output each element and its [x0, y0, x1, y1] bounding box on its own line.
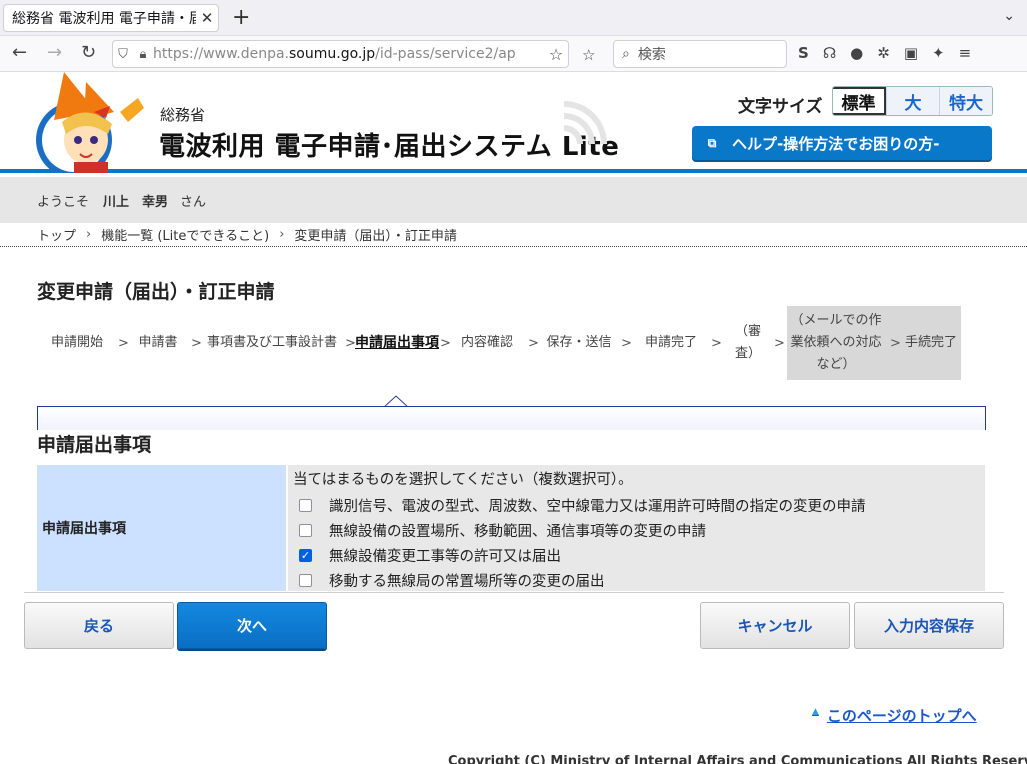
extension-icon[interactable]: ●: [850, 44, 863, 62]
step-indicator: 申請開始 > 申請書 > 事項書及び工事設計書 > 申請届出事項 > 内容確認 …: [37, 306, 962, 380]
font-size-selector: 標準 大 特大: [832, 86, 993, 116]
reader-icon[interactable]: ☆: [582, 45, 595, 65]
step-finished: 手続完了: [905, 335, 958, 350]
form-label: 申請届出事項: [37, 465, 288, 591]
font-size-xlarge-button[interactable]: 特大: [939, 87, 992, 115]
step-arrow: >: [440, 335, 451, 351]
step-arrow: >: [118, 335, 129, 351]
url-bar[interactable]: ⛉ 🔒︎ https://www.denpa.soumu.go.jp/id-pa…: [112, 40, 569, 68]
tab-title: 総務省 電波利用 電子申請・届: [12, 11, 196, 27]
triangle-up-icon: ▲: [812, 706, 819, 717]
extension-icon[interactable]: ☊: [823, 44, 836, 62]
cancel-button[interactable]: キャンセル: [700, 602, 850, 649]
step-start: 申請開始: [50, 335, 103, 350]
page-top-label[interactable]: このページのトップへ: [827, 705, 977, 726]
checkbox[interactable]: [299, 499, 312, 512]
option-row[interactable]: 移動する無線局の常置場所等の変更の届出: [293, 568, 980, 593]
search-input[interactable]: ⌕ 検索: [613, 40, 787, 68]
step-review: （審査）: [734, 324, 761, 361]
step-confirm: 内容確認: [460, 335, 513, 350]
option-row[interactable]: ✓ 無線設備変更工事等の許可又は届出: [293, 543, 980, 568]
search-icon: ⌕: [622, 46, 630, 62]
lock-icon[interactable]: 🔒︎: [133, 47, 153, 62]
breadcrumb: トップ › 機能一覧 (Liteでできること) › 変更申請（届出）・訂正申請: [0, 223, 1027, 247]
copyright: Copyright (C) Ministry of Internal Affai…: [448, 754, 1027, 764]
welcome-prefix: ようこそ: [37, 194, 90, 210]
forward-arrow-icon[interactable]: →: [47, 43, 62, 63]
breadcrumb-features[interactable]: 機能一覧 (Liteでできること): [101, 225, 269, 244]
chevron-down-icon[interactable]: ⌄: [1003, 8, 1015, 24]
font-size-standard-button[interactable]: 標準: [833, 87, 886, 115]
folder-icon[interactable]: ▣: [904, 44, 918, 62]
help-button-label: ヘルプ-操作方法でお困りの方-: [732, 134, 940, 153]
puzzle-icon[interactable]: ✦: [932, 44, 945, 62]
step-save-send: 保存・送信: [546, 335, 612, 350]
checkbox[interactable]: [299, 524, 312, 537]
chevron-right-icon: ›: [279, 227, 285, 242]
user-name: 川上 幸男: [103, 194, 169, 210]
step-arrow: >: [890, 335, 901, 351]
browser-tab-bar: 総務省 電波利用 電子申請・届 ✕ + ⌄: [0, 0, 1027, 36]
extension-s-icon[interactable]: S: [798, 44, 809, 62]
step-arrow: >: [621, 335, 632, 351]
search-placeholder: 検索: [637, 47, 666, 63]
reload-icon[interactable]: ↻: [81, 43, 96, 63]
step-application: 申請書: [138, 335, 178, 350]
form-instruction: 当てはまるものを選択してください（複数選択可）。: [293, 472, 633, 488]
extension-icon[interactable]: ✲: [877, 44, 890, 62]
step-panel: [37, 406, 986, 430]
page-top-link[interactable]: ▲ このページのトップへ: [812, 705, 977, 726]
step-arrow: >: [774, 335, 785, 351]
ministry-name: 総務省: [160, 106, 206, 124]
step-current: 申請届出事項: [355, 335, 439, 351]
wireless-icon: [563, 101, 607, 145]
option-label[interactable]: 無線設備の設置場所、移動範囲、通信事項等の変更の申請: [329, 520, 706, 541]
new-tab-icon[interactable]: +: [232, 6, 250, 30]
save-input-button[interactable]: 入力内容保存: [854, 602, 1004, 649]
step-mail-response: （メールでの作業依頼への対応など）: [790, 313, 882, 372]
step-arrow: >: [711, 335, 722, 351]
close-icon[interactable]: ✕: [196, 9, 218, 27]
option-row[interactable]: 無線設備の設置場所、移動範囲、通信事項等の変更の申請: [293, 518, 980, 543]
window-icon: ⧉: [707, 135, 717, 150]
checkbox-checked[interactable]: ✓: [299, 549, 312, 562]
step-arrow: >: [528, 335, 539, 351]
back-button[interactable]: 戻る: [24, 602, 174, 649]
form-table: 申請届出事項 当てはまるものを選択してください（複数選択可）。 識別信号、電波の…: [37, 465, 985, 591]
breadcrumb-top[interactable]: トップ: [37, 225, 76, 244]
back-arrow-icon[interactable]: ←: [12, 43, 27, 63]
font-size-label: 文字サイズ: [738, 97, 823, 117]
welcome-suffix: さん: [180, 194, 207, 210]
browser-nav-bar: ← → ↻ ⛉ 🔒︎ https://www.denpa.soumu.go.jp…: [0, 36, 1027, 72]
bookmark-star-icon[interactable]: ☆: [544, 45, 568, 64]
font-size-large-button[interactable]: 大: [886, 87, 939, 115]
shield-icon[interactable]: ⛉: [113, 47, 133, 62]
chevron-right-icon: ›: [86, 227, 92, 242]
system-title: 電波利用 電子申請･届出システム Lite: [159, 132, 620, 162]
option-label[interactable]: 無線設備変更工事等の許可又は届出: [329, 545, 561, 566]
next-button[interactable]: 次へ: [177, 602, 327, 649]
breadcrumb-current: 変更申請（届出）・訂正申請: [294, 229, 457, 244]
option-label[interactable]: 識別信号、電波の型式、周波数、空中線電力又は運用許可時間の指定の変更の申請: [329, 495, 866, 516]
toolbar-icons: S ☊ ● ✲ ▣ ✦ ≡: [798, 44, 971, 62]
menu-icon[interactable]: ≡: [959, 44, 972, 62]
browser-tab[interactable]: 総務省 電波利用 電子申請・届 ✕: [3, 4, 219, 32]
divider: [24, 592, 1004, 593]
page-title: 変更申請（届出）・訂正申請: [37, 281, 275, 303]
mascot-logo: [36, 72, 144, 173]
checkbox[interactable]: [299, 574, 312, 587]
section-title: 申請届出事項: [37, 434, 152, 456]
help-button[interactable]: ⧉ ヘルプ-操作方法でお困りの方-: [692, 126, 992, 160]
option-row[interactable]: 識別信号、電波の型式、周波数、空中線電力又は運用許可時間の指定の変更の申請: [293, 493, 980, 518]
url-text[interactable]: https://www.denpa.soumu.go.jp/id-pass/se…: [153, 46, 544, 62]
step-design: 事項書及び工事設計書: [206, 335, 337, 350]
option-label[interactable]: 移動する無線局の常置場所等の変更の届出: [329, 570, 605, 591]
step-complete: 申請完了: [644, 335, 697, 350]
welcome-strip: ようこそ 川上 幸男 さん: [0, 177, 1027, 223]
site-header: 総務省 電波利用 電子申請･届出システム Lite 文字サイズ 標準 大 特大 …: [0, 72, 1027, 173]
form-body: 当てはまるものを選択してください（複数選択可）。 識別信号、電波の型式、周波数、…: [288, 465, 985, 591]
